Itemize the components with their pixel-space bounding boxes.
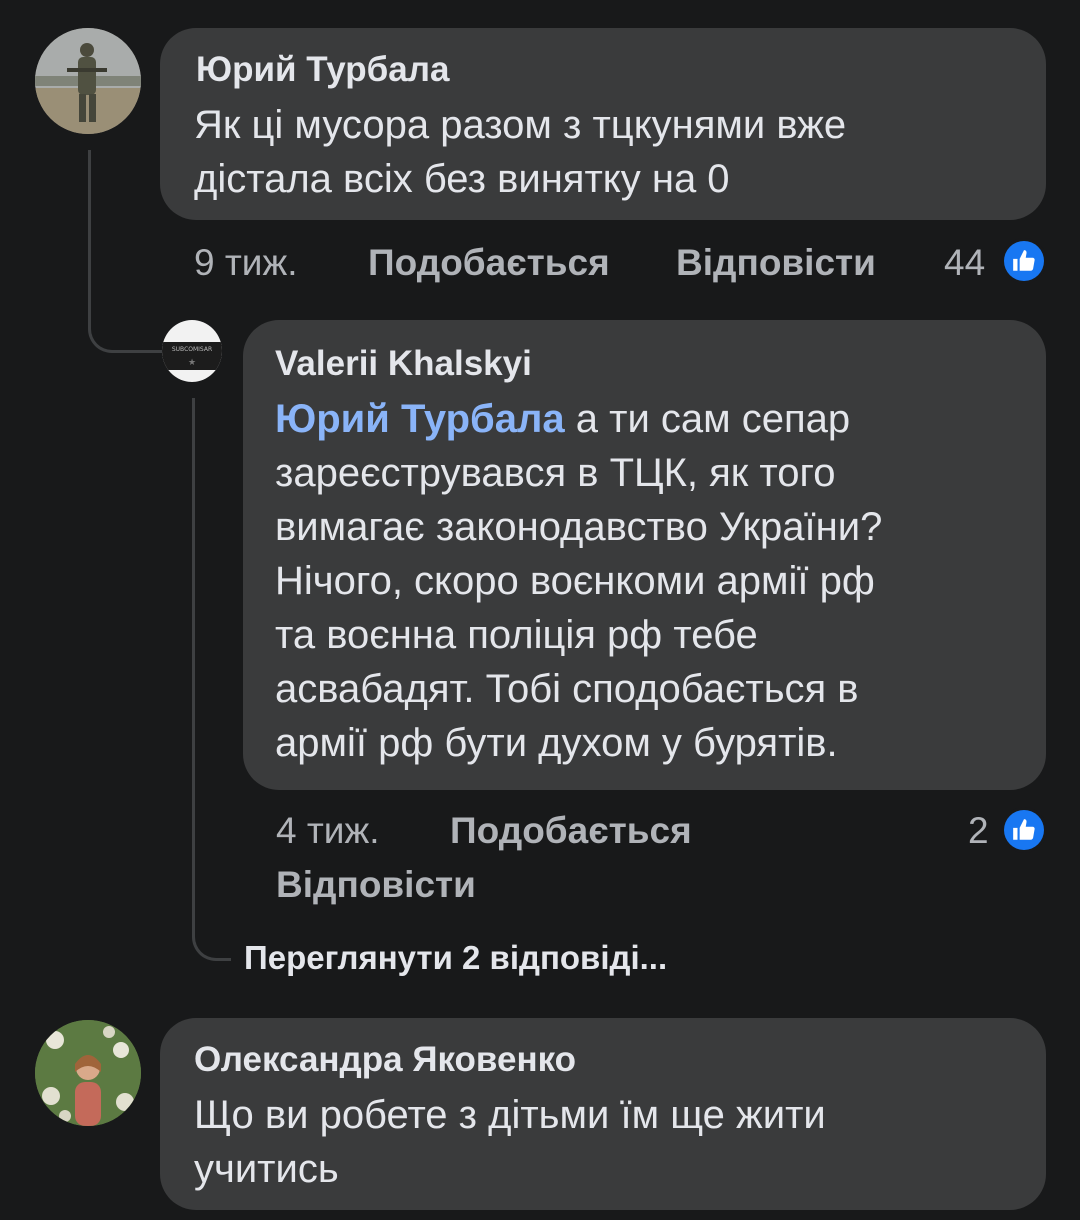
reaction-count[interactable]: 2	[968, 808, 989, 854]
comment-time[interactable]: 9 тиж.	[194, 240, 298, 286]
comment-text-line: Що ви робете з дітьми їм ще жити	[194, 1093, 826, 1137]
avatar-oleksandra[interactable]	[35, 1020, 141, 1126]
thread-connector-2	[192, 398, 231, 961]
comment-text-line: зареєструвався в ТЦК, як того	[275, 451, 836, 495]
comment-text-line: дістала всіх без винятку на 0	[194, 157, 730, 201]
comment-text-line: вимагає законодавство України?	[275, 505, 883, 549]
comment-text: Що ви робете з дітьми їм ще жити учитись	[194, 1088, 1034, 1196]
comment-bubble-1[interactable]: Юрий Турбала Як ці мусора разом з тцкуня…	[160, 28, 1046, 220]
thread-connector-1	[88, 150, 163, 353]
view-replies-link[interactable]: Переглянути 2 відповіді...	[244, 936, 667, 980]
comment-author[interactable]: Valerii Khalskyi	[275, 342, 532, 386]
avatar-valerii[interactable]: SUBCOMISAR ★	[162, 320, 222, 382]
comment-text-fragment: а ти сам сепар	[564, 397, 851, 441]
comment-text-line: та воєнна поліція рф тебе	[275, 613, 758, 657]
comment-text-line: Як ці мусора разом з тцкунями вже	[194, 103, 847, 147]
comment-text-line: Нічого, скоро воєнкоми армії рф	[275, 559, 875, 603]
comment-time[interactable]: 4 тиж.	[276, 808, 380, 854]
like-icon	[1004, 241, 1044, 281]
svg-text:★: ★	[188, 358, 196, 368]
reply-button[interactable]: Відповісти	[276, 862, 476, 908]
comment-text: Як ці мусора разом з тцкунями вже дістал…	[194, 98, 1034, 206]
reaction-count[interactable]: 44	[944, 240, 985, 286]
comment-text-line: учитись	[194, 1147, 339, 1191]
avatar-badge-text: SUBCOMISAR	[172, 346, 212, 353]
comment-bubble-2[interactable]: Valerii Khalskyi Юрий Турбала а ти сам с…	[243, 320, 1046, 790]
comment-text-line: Юрий Турбала а ти сам сепар	[275, 392, 1035, 446]
like-button[interactable]: Подобається	[450, 808, 692, 854]
comment-bubble-3[interactable]: Олександра Яковенко Що ви робете з дітьм…	[160, 1018, 1046, 1210]
comment-author[interactable]: Юрий Турбала	[196, 48, 449, 92]
like-icon	[1004, 810, 1044, 850]
comment-text-line: армії рф бути духом у бурятів.	[275, 721, 838, 765]
mention-link[interactable]: Юрий Турбала	[275, 397, 565, 441]
reply-button[interactable]: Відповісти	[676, 240, 876, 286]
comment-author[interactable]: Олександра Яковенко	[194, 1038, 576, 1082]
like-button[interactable]: Подобається	[368, 240, 610, 286]
avatar-yuriy[interactable]	[35, 28, 141, 134]
comment-text-line: асвабадят. Тобі сподобається в	[275, 667, 859, 711]
comment-text: Юрий Турбала а ти сам сепар зареєстрував…	[275, 392, 1035, 770]
